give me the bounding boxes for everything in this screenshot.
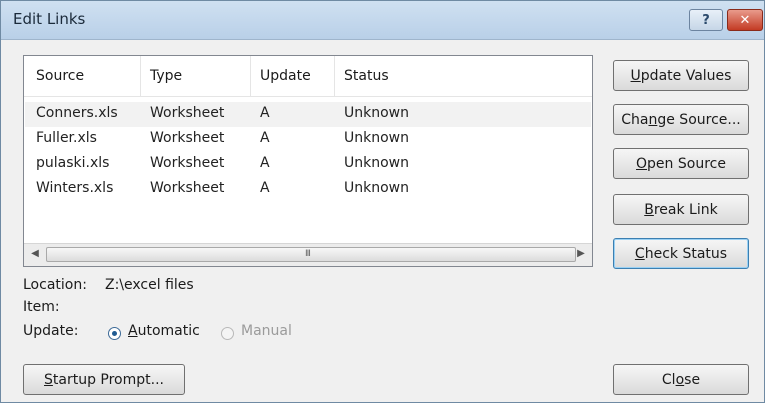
automatic-radio[interactable] xyxy=(108,327,121,340)
help-icon: ? xyxy=(702,12,710,28)
button-label: pdate Values xyxy=(640,67,732,84)
update-values-button[interactable]: Update Values xyxy=(613,60,749,91)
button-label: reak Link xyxy=(653,201,718,218)
button-label: Cl xyxy=(661,371,676,388)
cell-source: pulaski.xls xyxy=(36,155,110,171)
startup-prompt-button[interactable]: Startup Prompt... xyxy=(23,364,185,395)
cell-status: Unknown xyxy=(344,130,409,146)
scroll-left-icon[interactable]: ◀ xyxy=(26,246,44,262)
cell-update: A xyxy=(260,155,270,171)
location-value: Z:\excel files xyxy=(105,277,194,293)
cell-update: A xyxy=(260,180,270,196)
location-label: Location: xyxy=(23,277,87,293)
access-key: A xyxy=(128,323,138,339)
link-row[interactable]: Winters.xls Worksheet A Unknown xyxy=(25,177,591,202)
change-source-button[interactable]: Cha n ge Source... xyxy=(613,104,749,135)
column-divider[interactable] xyxy=(140,56,141,96)
manual-radio-label: Manual xyxy=(241,323,292,339)
automatic-radio-label[interactable]: Automatic xyxy=(128,323,200,339)
access-key: n xyxy=(648,111,658,128)
close-button[interactable]: Cl o se xyxy=(613,364,749,395)
button-label: tartup Prompt... xyxy=(52,371,164,388)
cell-source: Conners.xls xyxy=(36,105,118,121)
access-key: O xyxy=(636,155,648,172)
cell-type: Worksheet xyxy=(150,155,225,171)
access-key: S xyxy=(44,371,53,388)
button-label: pen Source xyxy=(647,155,726,172)
cell-type: Worksheet xyxy=(150,180,225,196)
column-divider[interactable] xyxy=(334,56,335,96)
links-list[interactable]: Source Type Update Status Conners.xls Wo… xyxy=(23,55,593,267)
cell-source: Winters.xls xyxy=(36,180,114,196)
column-header-type[interactable]: Type xyxy=(150,68,182,84)
cell-update: A xyxy=(260,130,270,146)
column-header-source[interactable]: Source xyxy=(36,68,84,84)
cell-status: Unknown xyxy=(344,155,409,171)
column-header-update[interactable]: Update xyxy=(260,68,311,84)
link-row[interactable]: Conners.xls Worksheet A Unknown xyxy=(25,102,591,127)
edit-links-dialog: Edit Links ? ✕ Source Type Update Status… xyxy=(0,0,765,403)
title-bar: Edit Links ? ✕ xyxy=(1,1,764,40)
button-label: se xyxy=(684,371,701,388)
manual-radio xyxy=(221,327,234,340)
cell-status: Unknown xyxy=(344,180,409,196)
access-key: o xyxy=(675,371,685,388)
access-key: C xyxy=(634,245,645,262)
link-row[interactable]: Fuller.xls Worksheet A Unknown xyxy=(25,127,591,152)
cell-type: Worksheet xyxy=(150,105,225,121)
access-key: B xyxy=(644,201,654,218)
horizontal-scrollbar[interactable]: ◀ III ▶ xyxy=(24,243,592,266)
button-label: ge Source... xyxy=(657,111,741,128)
window-close-button[interactable]: ✕ xyxy=(727,9,763,31)
scrollbar-thumb[interactable]: III xyxy=(46,247,576,262)
link-row[interactable]: pulaski.xls Worksheet A Unknown xyxy=(25,152,591,177)
cell-type: Worksheet xyxy=(150,130,225,146)
button-label: Cha xyxy=(621,111,649,128)
open-source-button[interactable]: Open Source xyxy=(613,148,749,179)
help-button[interactable]: ? xyxy=(689,9,723,31)
item-label: Item: xyxy=(23,299,60,315)
close-icon: ✕ xyxy=(739,12,751,28)
dialog-title: Edit Links xyxy=(13,10,86,28)
update-label: Update: xyxy=(23,323,79,339)
list-header: Source Type Update Status xyxy=(24,56,592,97)
cell-source: Fuller.xls xyxy=(36,130,97,146)
access-key: U xyxy=(630,67,641,84)
check-status-button[interactable]: Check Status xyxy=(613,238,749,269)
cell-update: A xyxy=(260,105,270,121)
button-label: heck Status xyxy=(644,245,728,262)
column-divider[interactable] xyxy=(250,56,251,96)
break-link-button[interactable]: Break Link xyxy=(613,194,749,225)
radio-label: utomatic xyxy=(137,323,200,339)
column-header-status[interactable]: Status xyxy=(344,68,389,84)
cell-status: Unknown xyxy=(344,105,409,121)
scroll-right-icon[interactable]: ▶ xyxy=(572,246,590,262)
grip-icon: III xyxy=(305,249,311,259)
